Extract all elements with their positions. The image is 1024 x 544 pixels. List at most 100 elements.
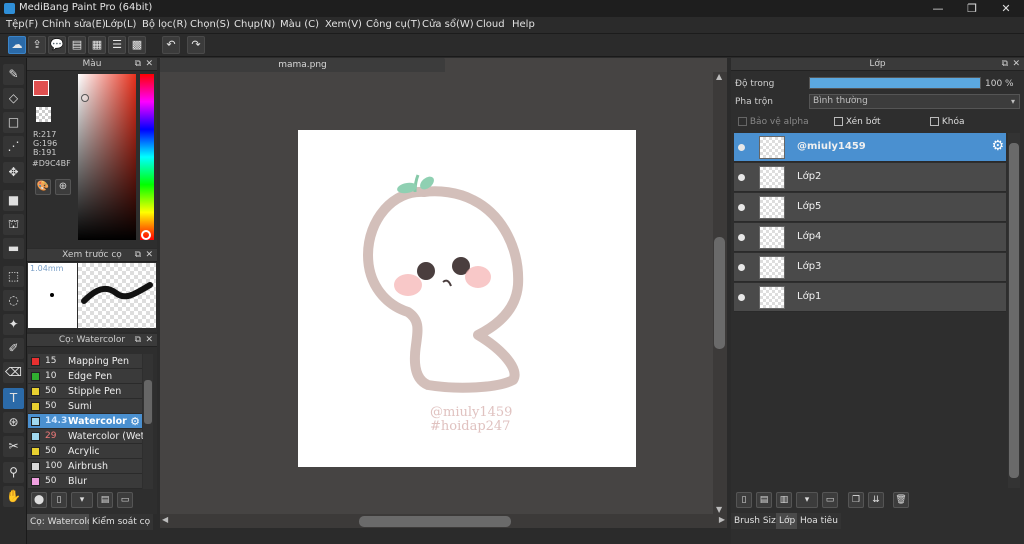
operation-tool-icon[interactable]: ⊛ [3, 412, 24, 433]
layer-folder-icon[interactable]: ▭ [822, 492, 838, 508]
duplicate-layer-icon[interactable]: ❐ [848, 492, 864, 508]
scroll-up-icon[interactable]: ▲ [716, 72, 722, 81]
merge-layer-icon[interactable]: ⇊ [868, 492, 884, 508]
undock-icon[interactable]: ⧉ [135, 249, 141, 262]
brush-tool-icon[interactable]: ✎ [3, 64, 24, 85]
palette-add-icon[interactable]: ⊕ [55, 179, 71, 195]
menu-layer[interactable]: Lớp(L) [105, 19, 136, 30]
maximize-button[interactable]: ❐ [955, 0, 989, 17]
menu-window[interactable]: Cửa sổ(W) [422, 19, 474, 30]
layer-item-lop2[interactable]: Lớp2 [734, 163, 1006, 192]
hand-tool-icon[interactable]: ✋ [3, 486, 24, 507]
opacity-slider[interactable] [809, 77, 981, 89]
close-panel-icon[interactable]: ✕ [145, 249, 153, 262]
chat-icon[interactable]: 💬 [48, 36, 66, 54]
new-layer-icon[interactable]: ▯ [736, 492, 752, 508]
protect-alpha-option[interactable]: Bảo vệ alpha [738, 117, 809, 127]
scroll-right-icon[interactable]: ▶ [719, 515, 725, 524]
brush-list-scrollbar[interactable] [143, 354, 153, 489]
clipping-checkbox[interactable] [834, 117, 843, 126]
tab-brush-control[interactable]: Kiểm soát cọ [89, 514, 154, 530]
menu-help[interactable]: Help [512, 19, 535, 30]
menu-tools[interactable]: Công cụ(T) [366, 19, 421, 30]
document-icon[interactable]: ▦ [88, 36, 106, 54]
close-panel-icon[interactable]: ✕ [145, 334, 153, 347]
visibility-icon[interactable] [738, 204, 745, 211]
redo-icon[interactable]: ↷ [187, 36, 205, 54]
document-tab[interactable]: mama.png [160, 58, 445, 72]
tab-navigator[interactable]: Hoa tiêu [797, 513, 841, 529]
select-pen-icon[interactable]: ✐ [3, 338, 24, 359]
close-panel-icon[interactable]: ✕ [1012, 58, 1020, 71]
gear-icon[interactable]: ⚙ [130, 415, 140, 428]
transparent-color-swatch[interactable] [36, 107, 51, 122]
magic-wand-icon[interactable]: ✦ [3, 314, 24, 335]
lock-checkbox[interactable] [930, 117, 939, 126]
undock-icon[interactable]: ⧉ [1002, 58, 1008, 71]
undo-icon[interactable]: ↶ [162, 36, 180, 54]
vertical-scrollbar[interactable]: ▲ ▼ [713, 72, 727, 514]
brush-item-mapping-pen[interactable]: 15 Mapping Pen [28, 354, 142, 369]
scroll-thumb[interactable] [144, 380, 152, 424]
gear-icon[interactable]: ⚙ [991, 138, 1004, 154]
visibility-icon[interactable] [738, 294, 745, 301]
brush-item-edge-pen[interactable]: 10 Edge Pen [28, 369, 142, 384]
select-eraser-icon[interactable]: ⌫ [3, 362, 24, 383]
divide-tool-icon[interactable]: ✂ [3, 436, 24, 457]
lasso-icon[interactable]: ◌ [3, 290, 24, 311]
scroll-thumb[interactable] [1009, 143, 1019, 478]
menu-cloud[interactable]: Cloud [476, 19, 505, 30]
brush-item-blur[interactable]: 50 Blur [28, 474, 142, 489]
menu-capture[interactable]: Chụp(N) [234, 19, 275, 30]
protect-alpha-checkbox[interactable] [738, 117, 747, 126]
scroll-down-icon[interactable]: ▼ [716, 505, 722, 514]
menu-color[interactable]: Màu (C) [280, 19, 319, 30]
palette-icon[interactable]: 🎨 [35, 179, 51, 195]
share-icon[interactable]: ⇪ [28, 36, 46, 54]
trash-icon[interactable]: 🗑 [893, 492, 909, 508]
eyedropper-icon[interactable]: ⚲ [3, 462, 24, 483]
add-brush-icon[interactable]: ⬤ [31, 492, 47, 508]
blend-mode-select[interactable]: Bình thường ▾ [809, 94, 1020, 109]
lock-option[interactable]: Khóa [930, 117, 965, 127]
brush-doc-icon[interactable]: ▤ [97, 492, 113, 508]
brush-item-stipple-pen[interactable]: 50 Stipple Pen [28, 384, 142, 399]
brush-item-airbrush[interactable]: 100 Airbrush [28, 459, 142, 474]
new-8bit-layer-icon[interactable]: ▥ [776, 492, 792, 508]
close-button[interactable]: ✕ [989, 0, 1023, 17]
dot-tool-icon[interactable]: ⋰ [3, 136, 24, 157]
brush-folder-icon[interactable]: ▭ [117, 492, 133, 508]
grid-icon[interactable]: ▩ [128, 36, 146, 54]
undock-icon[interactable]: ⧉ [135, 334, 141, 347]
horizontal-scrollbar[interactable]: ◀ ▶ [160, 514, 727, 528]
minimize-button[interactable]: — [921, 0, 955, 17]
layer-list-scrollbar[interactable] [1008, 133, 1020, 488]
picker-cursor[interactable] [81, 94, 89, 102]
hue-handle[interactable] [141, 230, 151, 240]
menu-select[interactable]: Chọn(S) [190, 19, 230, 30]
select-rect-icon[interactable]: ⬚ [3, 266, 24, 287]
menu-file[interactable]: Tệp(F) [6, 19, 38, 30]
scroll-left-icon[interactable]: ◀ [162, 515, 168, 524]
new-brush-icon[interactable]: ▯ [51, 492, 67, 508]
menu-view[interactable]: Xem(V) [325, 19, 362, 30]
visibility-icon[interactable] [738, 264, 745, 271]
layer-item-lop3[interactable]: Lớp3 [734, 253, 1006, 282]
clipping-option[interactable]: Xén bớt [834, 117, 881, 127]
brush-item-watercolor-wet[interactable]: 29 Watercolor (Wet) [28, 429, 148, 444]
hue-slider[interactable] [140, 74, 154, 240]
visibility-icon[interactable] [738, 144, 745, 151]
horizontal-scroll-thumb[interactable] [359, 516, 511, 527]
undock-icon[interactable]: ⧉ [135, 58, 141, 71]
gradient-tool-icon[interactable]: ▬ [3, 238, 24, 259]
tab-layer[interactable]: Lớp [776, 513, 799, 529]
brush-item-acrylic[interactable]: 50 Acrylic [28, 444, 142, 459]
fill-rect-tool-icon[interactable]: ■ [3, 190, 24, 211]
drawing-canvas[interactable]: @miuly1459 #hoidap247 [298, 130, 636, 467]
document-list-icon[interactable]: ☰ [108, 36, 126, 54]
eraser-tool-icon[interactable]: ◇ [3, 88, 24, 109]
layer-item-lop4[interactable]: Lớp4 [734, 223, 1006, 252]
new-halftone-layer-icon[interactable]: ▤ [756, 492, 772, 508]
vertical-scroll-thumb[interactable] [714, 237, 725, 349]
visibility-icon[interactable] [738, 234, 745, 241]
